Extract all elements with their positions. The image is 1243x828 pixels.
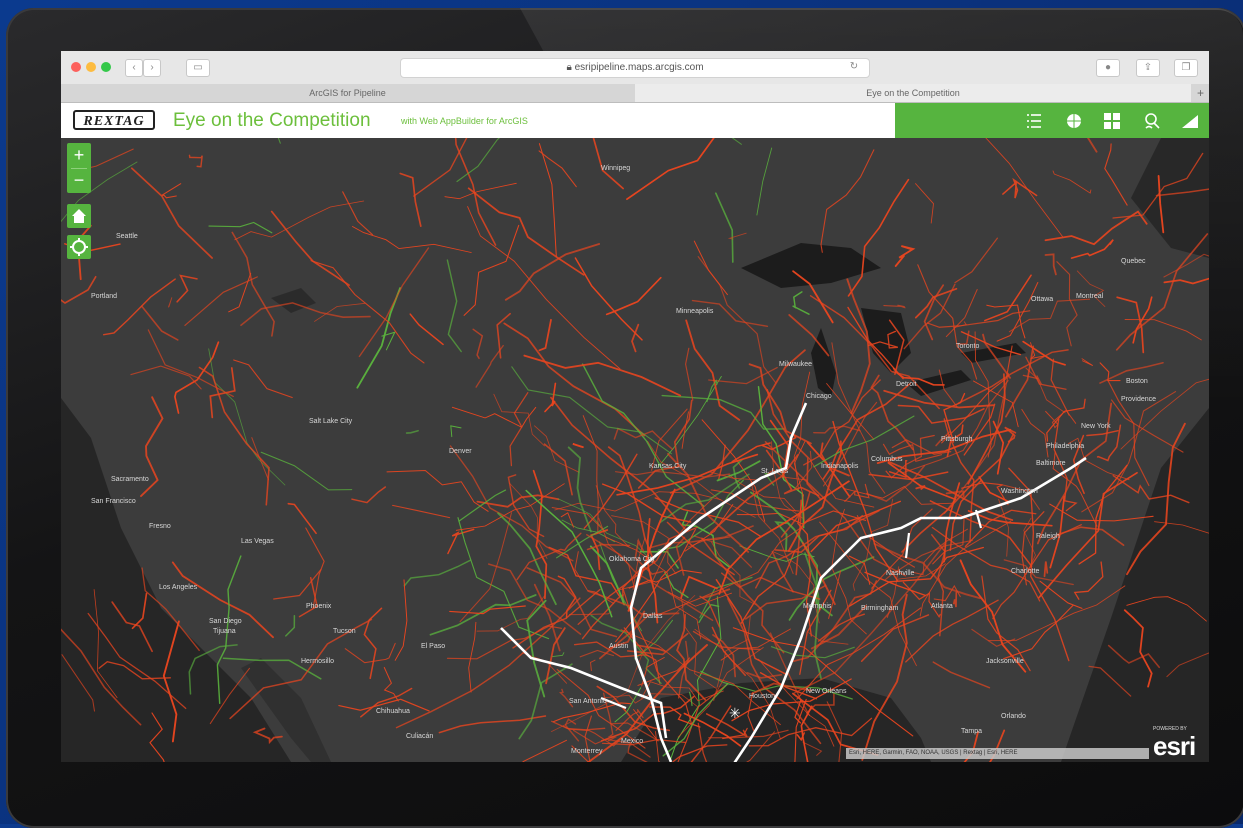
city-label: Minneapolis: [676, 308, 714, 315]
grid-icon[interactable]: [1101, 110, 1123, 132]
globe-icon[interactable]: [1063, 110, 1085, 132]
signal-icon[interactable]: [1179, 110, 1201, 132]
city-label: Chicago: [806, 393, 832, 400]
city-label: Quebec: [1121, 258, 1146, 265]
city-label: Kansas City: [649, 463, 687, 470]
city-label: Las Vegas: [241, 538, 274, 545]
lock-icon: 🔒︎: [566, 62, 575, 73]
minimize-window-button[interactable]: [86, 62, 96, 72]
new-tab-button[interactable]: +: [1192, 84, 1209, 102]
esri-logo[interactable]: esri: [1153, 731, 1196, 762]
map-view[interactable]: ✳ Seattle Portland Winnipeg Minneapolis …: [61, 51, 1209, 762]
share-icon[interactable]: ⇪: [1136, 59, 1160, 77]
city-label: San Diego: [209, 618, 242, 625]
zoom-out-button[interactable]: −: [67, 168, 91, 193]
city-label: Portland: [91, 293, 118, 300]
list-icon[interactable]: [1023, 110, 1045, 132]
city-label: Providence: [1121, 396, 1157, 403]
city-label: Seattle: [116, 233, 138, 240]
city-label: Oklahoma City: [609, 556, 655, 563]
city-label: Memphis: [803, 603, 832, 610]
city-label: Phoenix: [306, 603, 332, 610]
extension-icon[interactable]: ●: [1096, 59, 1120, 77]
rextag-logo: REXTAG: [73, 110, 155, 130]
city-label: New Orleans: [806, 688, 847, 695]
layers-icon[interactable]: [1141, 110, 1163, 132]
city-label: Nashville: [886, 570, 915, 577]
city-label: Sacramento: [111, 476, 149, 483]
app-subtitle: with Web AppBuilder for ArcGIS: [401, 116, 528, 126]
city-label: Jacksonville: [986, 658, 1024, 665]
city-label: Culiacán: [406, 733, 434, 740]
city-label: Chihuahua: [376, 708, 410, 715]
city-label: Charlotte: [1011, 568, 1040, 575]
city-label: Columbus: [871, 456, 903, 463]
city-label: Raleigh: [1036, 533, 1060, 540]
forward-arrow-icon[interactable]: ›: [143, 59, 161, 77]
city-label: Philadelphia: [1046, 443, 1085, 450]
city-label: Houston: [749, 693, 776, 700]
back-arrow-icon[interactable]: ‹: [125, 59, 143, 77]
city-label: Milwaukee: [779, 361, 813, 368]
city-label: Tijuana: [213, 628, 236, 635]
maximize-window-button[interactable]: [101, 62, 111, 72]
city-label: Mexico: [621, 738, 644, 745]
tab-arcgis-pipeline[interactable]: ArcGIS for Pipeline: [61, 84, 634, 102]
city-label: Denver: [449, 448, 472, 455]
home-icon: [72, 209, 86, 223]
city-label: Winnipeg: [601, 165, 631, 172]
city-label: San Francisco: [91, 498, 136, 505]
city-label: Orlando: [1001, 713, 1026, 720]
city-label: Salt Lake City: [309, 418, 353, 425]
city-label: Tucson: [333, 628, 356, 635]
address-bar[interactable]: 🔒︎ esripipeline.maps.arcgis.com: [400, 58, 870, 78]
city-label: Dallas: [643, 613, 663, 620]
city-label: Austin: [609, 643, 629, 650]
new-tab-overview-icon[interactable]: ❐: [1174, 59, 1198, 77]
city-label: Los Angeles: [159, 584, 198, 591]
city-label: Baltimore: [1036, 460, 1066, 467]
app-title: Eye on the Competition: [173, 110, 371, 131]
city-label: Indianapolis: [821, 463, 859, 470]
city-label: San Antonio: [569, 698, 607, 705]
locate-icon: [70, 238, 88, 256]
city-label: Monterrey: [571, 748, 603, 755]
city-label: Birmingham: [861, 605, 899, 612]
sidebar-icon[interactable]: ▭: [186, 59, 210, 77]
basemap: ✳: [61, 51, 1209, 762]
close-window-button[interactable]: [71, 62, 81, 72]
locate-button[interactable]: [67, 235, 91, 259]
zoom-control: + −: [67, 143, 91, 193]
city-label: Boston: [1126, 378, 1148, 385]
reload-icon[interactable]: ↻: [846, 59, 862, 75]
tab-eye-on-competition[interactable]: Eye on the Competition: [635, 84, 1191, 102]
city-label: Pittsburgh: [941, 436, 973, 443]
city-label: Montreal: [1076, 293, 1104, 300]
zoom-in-button[interactable]: +: [67, 143, 91, 168]
map-attribution[interactable]: Esri, HERE, Garmin, FAO, NOAA, USGS | Re…: [846, 748, 1149, 759]
home-button[interactable]: [67, 204, 91, 228]
url-text: esripipeline.maps.arcgis.com: [574, 62, 704, 73]
browser-toolbar: ‹ › ▭ 🔒︎ esripipeline.maps.arcgis.com ↻ …: [61, 51, 1209, 85]
city-label: Detroit: [896, 381, 917, 388]
svg-text:✳: ✳: [729, 706, 741, 722]
city-label: New York: [1081, 423, 1111, 430]
city-label: Atlanta: [931, 603, 953, 610]
tablet-screen: ‹ › ▭ 🔒︎ esripipeline.maps.arcgis.com ↻ …: [61, 51, 1209, 762]
city-label: El Paso: [421, 643, 446, 650]
city-label: Ottawa: [1031, 296, 1054, 303]
city-label: St. Louis: [761, 468, 789, 475]
city-label: Fresno: [149, 523, 171, 530]
widget-toolbar: [895, 103, 1209, 138]
city-label: Tampa: [961, 728, 983, 735]
city-label: Hermosillo: [301, 658, 335, 665]
city-label: Toronto: [956, 343, 980, 350]
city-label: Washington: [1001, 488, 1038, 495]
browser-tab-bar: ArcGIS for Pipeline Eye on the Competiti…: [61, 84, 1209, 103]
